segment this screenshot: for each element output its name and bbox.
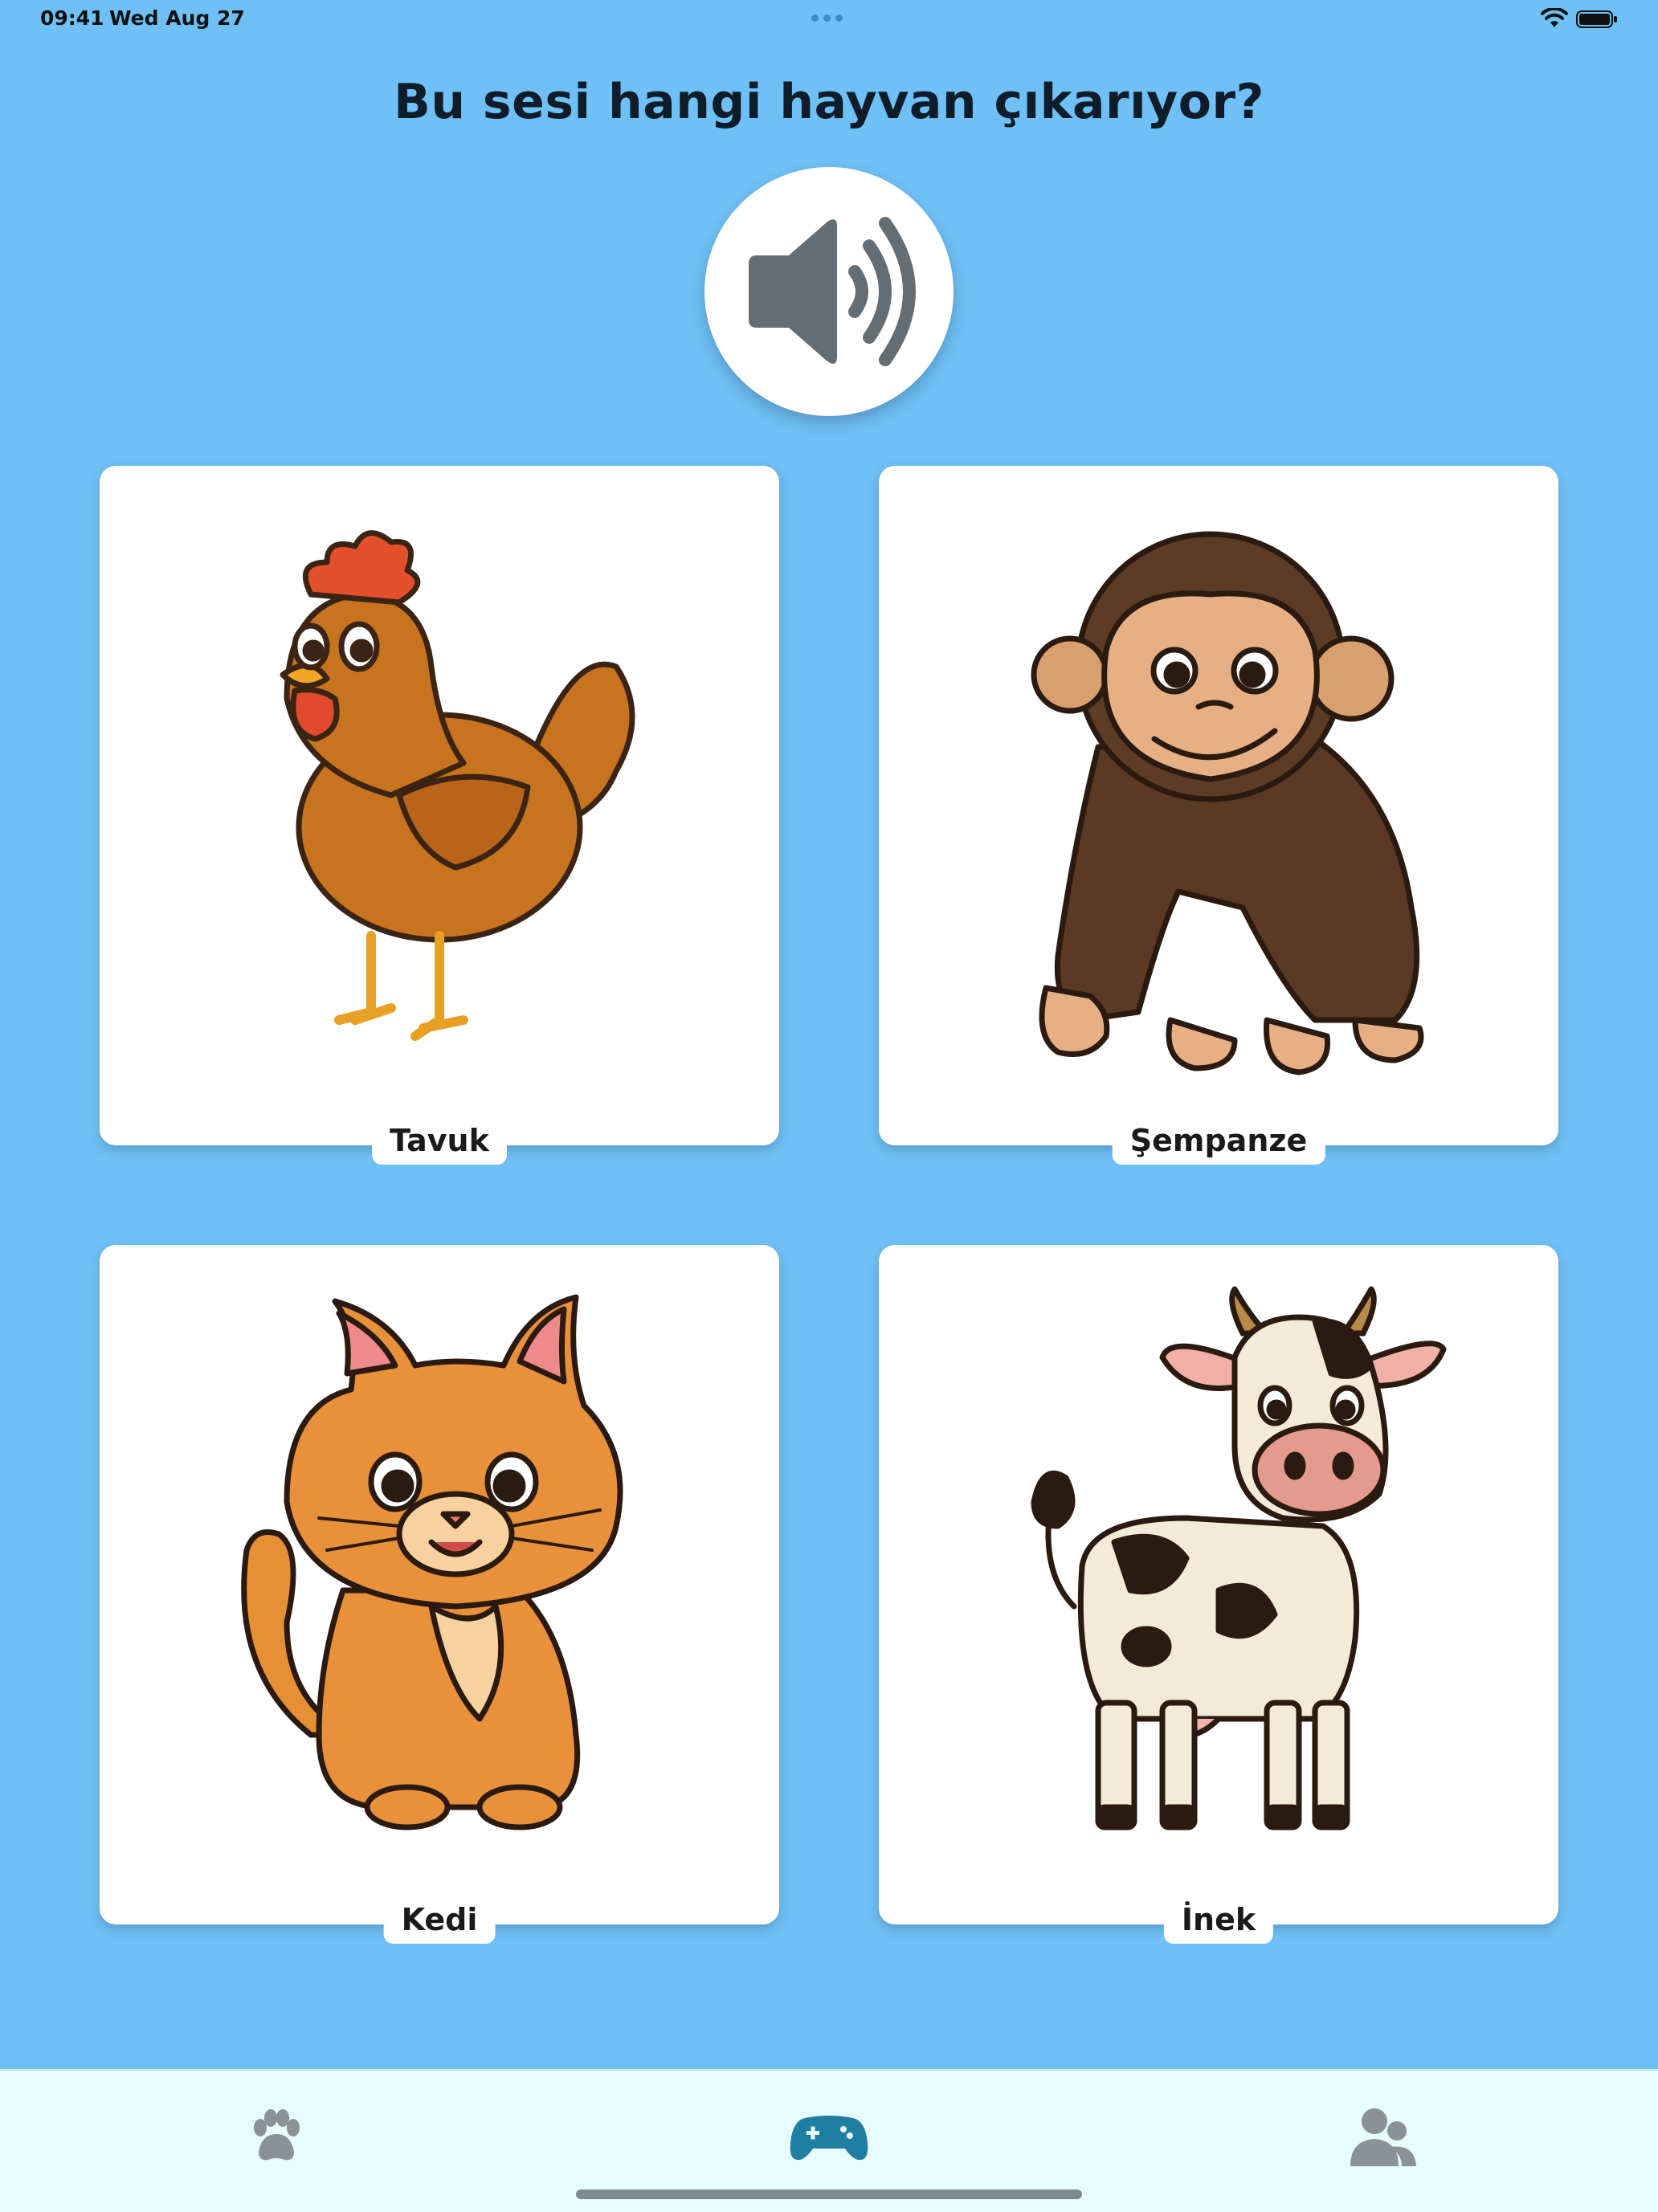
option-card-cow[interactable]: İnek [879, 1245, 1558, 1944]
users-icon [1350, 2108, 1416, 2166]
gamepad-icon [790, 2116, 868, 2161]
home-indicator[interactable] [576, 2190, 1082, 2199]
tab-profiles[interactable] [1325, 2093, 1438, 2181]
status-bar: 09:41 Wed Aug 27 [0, 0, 1658, 48]
chimpanzee-image [1031, 531, 1424, 1075]
question-title: Bu sesi hangi hayvan çıkarıyor? [394, 74, 1264, 130]
option-label-chicken: Tavuk [372, 1115, 507, 1165]
option-label-chimpanzee: Şempanze [1112, 1115, 1325, 1165]
battery-icon [1576, 10, 1617, 28]
status-time: 09:41 [40, 6, 104, 30]
status-date: Wed Aug 27 [109, 6, 245, 30]
play-sound-button[interactable] [704, 167, 954, 416]
wifi-icon [1541, 8, 1568, 27]
paw-icon [254, 2109, 300, 2161]
option-card-chicken[interactable]: Tavuk [100, 466, 779, 1165]
option-label-cow: İnek [1163, 1894, 1274, 1944]
speaker-volume-icon [749, 217, 916, 366]
tab-animals[interactable] [220, 2093, 333, 2181]
option-card-cat[interactable]: Kedi [100, 1245, 779, 1944]
chicken-image [280, 530, 635, 1041]
tab-games[interactable] [773, 2093, 885, 2181]
multitasking-dots-icon[interactable] [811, 14, 843, 22]
cat-image [241, 1294, 623, 1830]
option-card-chimpanzee[interactable]: Şempanze [879, 466, 1558, 1165]
cow-image [1031, 1286, 1447, 1830]
option-label-cat: Kedi [383, 1894, 496, 1944]
